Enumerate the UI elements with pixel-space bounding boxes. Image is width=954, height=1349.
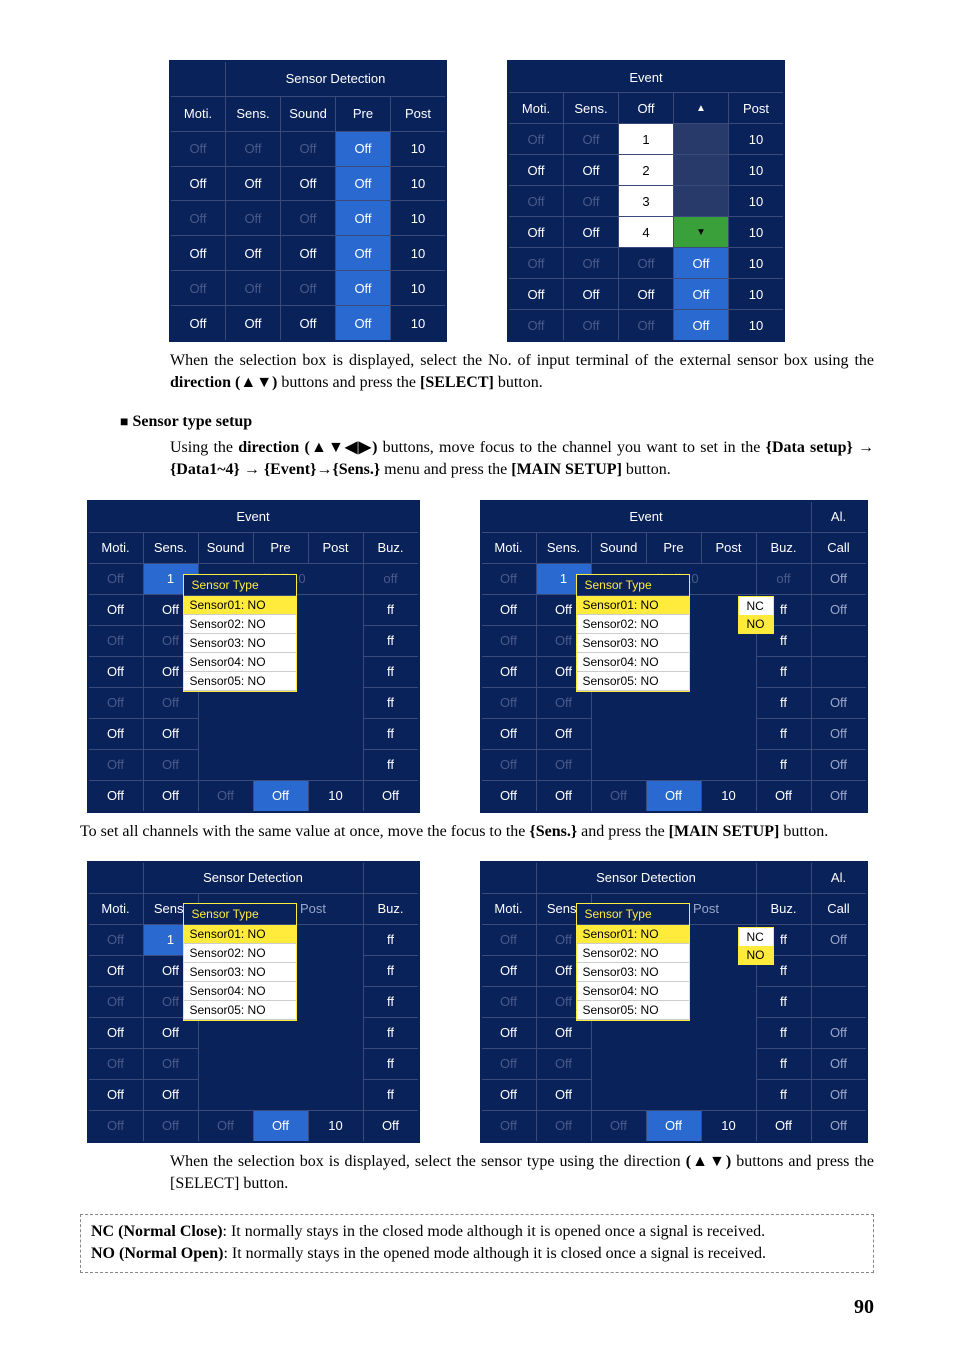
table-row: OffOffOffOff10 — [508, 248, 784, 279]
al-header: Al. — [811, 501, 867, 533]
table-title: Event — [508, 61, 784, 93]
paragraph-2: Using the direction (▲▼◀▶) buttons, move… — [80, 437, 874, 482]
popup-title: Sensor Type — [577, 904, 689, 925]
popup-title: Sensor Type — [577, 575, 689, 596]
table-title: Sensor Detection — [536, 862, 756, 894]
popup-item[interactable]: Sensor02: NO — [184, 944, 296, 963]
popup-item[interactable]: Sensor01: NO — [184, 596, 296, 615]
al-header: Al. — [811, 862, 867, 894]
table-row: OffOffOffOff10Off — [88, 1110, 419, 1142]
option-no[interactable]: NO — [739, 946, 773, 964]
popup-item[interactable]: Sensor05: NO — [577, 672, 689, 691]
popup-item[interactable]: Sensor03: NO — [184, 634, 296, 653]
nc-no-popup[interactable]: NC NO — [738, 927, 774, 965]
sensor-type-popup[interactable]: Sensor Type Sensor01: NO Sensor02: NO Se… — [576, 574, 690, 692]
sensor-type-popup[interactable]: Sensor Type Sensor01: NO Sensor02: NO Se… — [576, 903, 690, 1021]
popup-item[interactable]: Sensor01: NO — [184, 925, 296, 944]
popup-item[interactable]: Sensor05: NO — [184, 672, 296, 691]
table-row: OffOff310 — [508, 186, 784, 217]
page-number: 90 — [854, 1296, 874, 1319]
sensor-type-popup[interactable]: Sensor Type Sensor01: NO Sensor02: NO Se… — [183, 903, 297, 1021]
popup-item[interactable]: Sensor02: NO — [577, 615, 689, 634]
col-moti: Moti. — [170, 96, 226, 131]
table-row: OffOffOffOff10 — [170, 131, 446, 166]
nc-no-popup[interactable]: NC NO — [738, 596, 774, 634]
scroll-up-icon[interactable]: ▲ — [674, 93, 729, 124]
popup-title: Sensor Type — [184, 904, 296, 925]
table-row: OffOffOffOff10 — [508, 279, 784, 310]
popup-item[interactable]: Sensor02: NO — [184, 615, 296, 634]
event-table-1: Event Moti. Sens. Off ▲ Post OffOff110 O… — [507, 60, 785, 342]
table-title: Event — [88, 501, 419, 533]
table-row: OffOff210 — [508, 155, 784, 186]
popup-item[interactable]: Sensor04: NO — [577, 982, 689, 1001]
paragraph-4: When the selection box is displayed, sel… — [80, 1151, 874, 1196]
table-row: OffOffOffOff10 — [170, 306, 446, 341]
col-off[interactable]: Off — [619, 93, 674, 124]
section-sensor-type: ■Sensor type setup — [120, 413, 874, 431]
col-sound: Sound — [281, 96, 336, 131]
col-post: Post — [391, 96, 447, 131]
table-title: Sensor Detection — [143, 862, 363, 894]
col-sens[interactable]: Sens. — [564, 93, 619, 124]
table-row: OffOffOffOff10 — [170, 236, 446, 271]
popup-item[interactable]: Sensor03: NO — [577, 634, 689, 653]
popup-item[interactable]: Sensor03: NO — [577, 963, 689, 982]
col-moti: Moti. — [508, 93, 564, 124]
col-post: Post — [729, 93, 785, 124]
popup-item[interactable]: Sensor05: NO — [577, 1001, 689, 1020]
paragraph-1: When the selection box is displayed, sel… — [80, 350, 874, 395]
note-box: NC (Normal Close): It normally stays in … — [80, 1214, 874, 1273]
popup-item[interactable]: Sensor04: NO — [184, 982, 296, 1001]
popup-item[interactable]: Sensor01: NO — [577, 925, 689, 944]
table-title: Sensor Detection — [226, 61, 447, 96]
table-row: OffOff4▼10 — [508, 217, 784, 248]
popup-item[interactable]: Sensor05: NO — [184, 1001, 296, 1020]
option-nc[interactable]: NC — [739, 597, 773, 615]
table-row: OffOffOffOff10 — [508, 310, 784, 342]
table-row: OffOffOffOff10OffOff — [481, 1110, 867, 1142]
bullet-icon: ■ — [120, 415, 128, 430]
col-sens[interactable]: Sens. — [226, 96, 281, 131]
table-row: OffOffOffOff10Off — [88, 780, 419, 812]
popup-item[interactable]: Sensor02: NO — [577, 944, 689, 963]
sensor-type-popup[interactable]: Sensor Type Sensor01: NO Sensor02: NO Se… — [183, 574, 297, 692]
table-row: OffOffOffOff10 — [170, 166, 446, 201]
scroll-down-icon[interactable]: ▼ — [674, 217, 729, 248]
popup-item[interactable]: Sensor01: NO — [577, 596, 689, 615]
popup-item[interactable]: Sensor04: NO — [184, 653, 296, 672]
table-row: OffOffOffOff10 — [170, 271, 446, 306]
paragraph-3: To set all channels with the same value … — [80, 821, 874, 843]
option-nc[interactable]: NC — [739, 928, 773, 946]
option-no[interactable]: NO — [739, 615, 773, 633]
popup-title: Sensor Type — [184, 575, 296, 596]
table-row: OffOffOffOff10 — [170, 201, 446, 236]
sensor-detection-table-1: Sensor Detection Moti. Sens. Sound Pre P… — [169, 60, 447, 342]
col-pre: Pre — [336, 96, 391, 131]
popup-item[interactable]: Sensor04: NO — [577, 653, 689, 672]
popup-item[interactable]: Sensor03: NO — [184, 963, 296, 982]
table-row: OffOffOffOff10OffOff — [481, 780, 867, 812]
table-title: Event — [481, 501, 812, 533]
table-row: OffOff110 — [508, 124, 784, 155]
